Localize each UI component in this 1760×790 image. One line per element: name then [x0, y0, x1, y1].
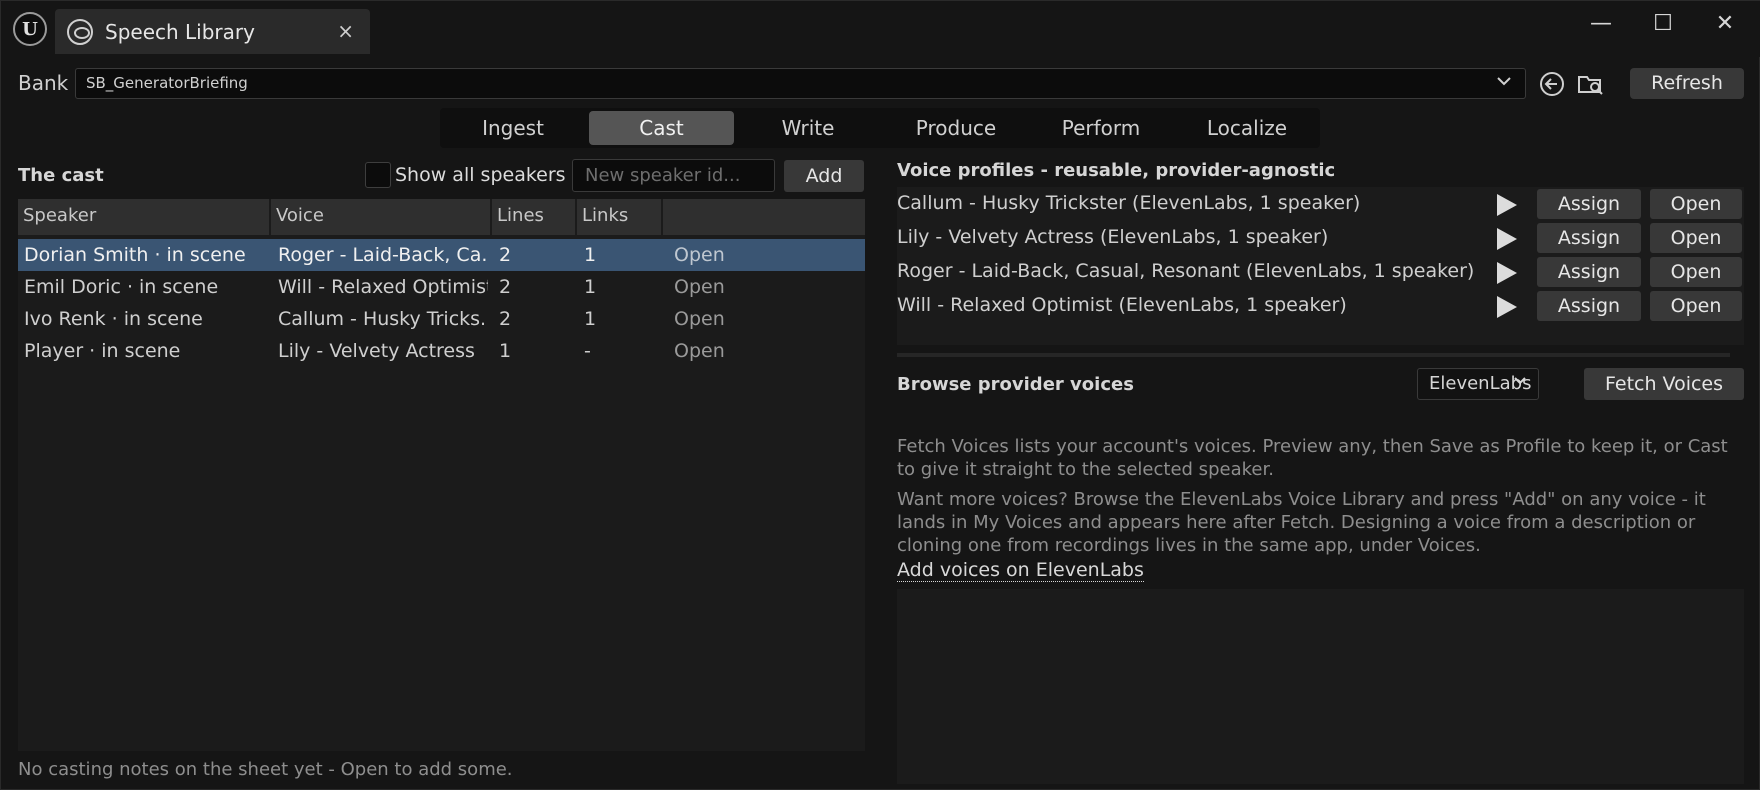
provider-dropdown[interactable]: ElevenLabs: [1417, 368, 1539, 400]
assign-button[interactable]: Assign: [1537, 189, 1641, 219]
show-all-speakers-checkbox[interactable]: [365, 162, 391, 188]
profile-name: Roger - Laid-Back, Casual, Resonant (Ele…: [897, 260, 1475, 282]
tab-speech-library[interactable]: Speech Library ×: [55, 9, 370, 54]
open-button[interactable]: Open: [1650, 291, 1742, 321]
tab-write[interactable]: Write: [738, 111, 878, 145]
stage-tab-bar: Ingest Cast Write Produce Perform Locali…: [440, 108, 1320, 148]
voice-cell: Roger - Laid-Back, Ca...: [278, 244, 488, 266]
open-link[interactable]: Open: [674, 276, 725, 298]
voice-cell: Callum - Husky Tricks...: [278, 308, 488, 330]
profile-name: Will - Relaxed Optimist (ElevenLabs, 1 s…: [897, 294, 1347, 316]
list-item: Roger - Laid-Back, Casual, Resonant (Ele…: [897, 255, 1744, 289]
column-header-voice[interactable]: Voice: [276, 205, 324, 226]
voice-profiles-list: Callum - Husky Trickster (ElevenLabs, 1 …: [897, 187, 1744, 345]
casting-notes-status: No casting notes on the sheet yet - Open…: [18, 759, 513, 780]
column-divider[interactable]: [575, 199, 577, 235]
play-icon[interactable]: [1497, 228, 1517, 250]
unreal-logo-icon[interactable]: U: [13, 12, 47, 46]
title-bar: U Speech Library × — ☐ ✕: [1, 1, 1760, 57]
section-divider: [897, 353, 1730, 357]
add-speaker-button[interactable]: Add: [784, 160, 864, 192]
cast-title: The cast: [18, 165, 104, 186]
lines-cell: 2: [499, 308, 512, 330]
list-item: Callum - Husky Trickster (ElevenLabs, 1 …: [897, 187, 1744, 221]
column-header-lines[interactable]: Lines: [497, 205, 544, 226]
open-link[interactable]: Open: [674, 244, 725, 266]
assign-button[interactable]: Assign: [1537, 223, 1641, 253]
column-divider[interactable]: [661, 199, 663, 235]
speaker-cell: Ivo Renk · in scene: [24, 308, 203, 330]
open-link[interactable]: Open: [674, 340, 725, 362]
lines-cell: 1: [499, 340, 512, 362]
speaker-cell: Dorian Smith · in scene: [24, 244, 246, 266]
fetch-voices-button[interactable]: Fetch Voices: [1584, 368, 1744, 400]
fetch-help-text: Fetch Voices lists your account's voices…: [897, 436, 1728, 480]
tab-produce[interactable]: Produce: [884, 111, 1028, 145]
show-all-speakers-label[interactable]: Show all speakers: [395, 164, 566, 186]
profile-name: Lily - Velvety Actress (ElevenLabs, 1 sp…: [897, 226, 1329, 248]
tab-localize[interactable]: Localize: [1177, 111, 1317, 145]
logo-glyph: U: [22, 18, 38, 40]
voice-cell: Will - Relaxed Optimist: [278, 276, 488, 298]
speaker-cell: Player · in scene: [24, 340, 181, 362]
links-cell: -: [584, 340, 591, 362]
speech-library-window: U Speech Library × — ☐ ✕ Bank SB_Generat…: [0, 0, 1760, 790]
table-row[interactable]: Dorian Smith · in scene Roger - Laid-Bac…: [18, 239, 865, 271]
links-cell: 1: [584, 276, 597, 298]
cast-table-header: Speaker Voice Lines Links: [18, 199, 865, 235]
voice-profiles-title: Voice profiles - reusable, provider-agno…: [897, 160, 1336, 181]
column-header-links[interactable]: Links: [582, 205, 628, 226]
links-cell: 1: [584, 244, 597, 266]
cast-table: Speaker Voice Lines Links Dorian Smith ·…: [18, 199, 865, 751]
tab-ingest[interactable]: Ingest: [444, 111, 582, 145]
bank-dropdown[interactable]: SB_GeneratorBriefing: [75, 68, 1526, 99]
maximize-button[interactable]: ☐: [1643, 9, 1683, 39]
links-cell: 1: [584, 308, 597, 330]
browse-folder-icon[interactable]: [1576, 70, 1604, 98]
add-voices-link[interactable]: Add voices on ElevenLabs: [897, 559, 1144, 582]
voice-cell: Lily - Velvety Actress: [278, 340, 475, 362]
tab-cast[interactable]: Cast: [589, 111, 734, 145]
play-icon[interactable]: [1497, 194, 1517, 216]
chevron-down-icon: [1512, 373, 1528, 393]
column-header-speaker[interactable]: Speaker: [23, 205, 96, 226]
refresh-button[interactable]: Refresh: [1630, 68, 1744, 99]
bank-value: SB_GeneratorBriefing: [86, 74, 248, 92]
table-row[interactable]: Ivo Renk · in scene Callum - Husky Trick…: [18, 303, 865, 335]
lines-cell: 2: [499, 276, 512, 298]
list-item: Will - Relaxed Optimist (ElevenLabs, 1 s…: [897, 289, 1744, 323]
back-arrow-icon[interactable]: [1538, 70, 1566, 98]
assign-button[interactable]: Assign: [1537, 257, 1641, 287]
profile-name: Callum - Husky Trickster (ElevenLabs, 1 …: [897, 192, 1361, 214]
list-item: Lily - Velvety Actress (ElevenLabs, 1 sp…: [897, 221, 1744, 255]
open-button[interactable]: Open: [1650, 257, 1742, 287]
open-link[interactable]: Open: [674, 308, 725, 330]
play-icon[interactable]: [1497, 296, 1517, 318]
tab-title: Speech Library: [105, 20, 255, 44]
tab-perform[interactable]: Perform: [1031, 111, 1171, 145]
chevron-down-icon: [1495, 72, 1513, 94]
browse-voices-title: Browse provider voices: [897, 374, 1134, 395]
column-divider[interactable]: [269, 199, 271, 235]
speech-bubble-icon: [67, 19, 93, 45]
speaker-cell: Emil Doric · in scene: [24, 276, 219, 298]
assign-button[interactable]: Assign: [1537, 291, 1641, 321]
provider-voices-list: [897, 589, 1744, 784]
minimize-button[interactable]: —: [1581, 9, 1621, 39]
tab-close-icon[interactable]: ×: [337, 19, 354, 43]
open-button[interactable]: Open: [1650, 223, 1742, 253]
play-icon[interactable]: [1497, 262, 1517, 284]
table-row[interactable]: Player · in scene Lily - Velvety Actress…: [18, 335, 865, 367]
table-row[interactable]: Emil Doric · in scene Will - Relaxed Opt…: [18, 271, 865, 303]
open-button[interactable]: Open: [1650, 189, 1742, 219]
column-divider[interactable]: [490, 199, 492, 235]
close-window-button[interactable]: ✕: [1705, 9, 1745, 39]
lines-cell: 2: [499, 244, 512, 266]
bank-label: Bank: [18, 71, 69, 95]
library-help-text: Want more voices? Browse the ElevenLabs …: [897, 489, 1706, 556]
new-speaker-input[interactable]: [572, 159, 775, 192]
